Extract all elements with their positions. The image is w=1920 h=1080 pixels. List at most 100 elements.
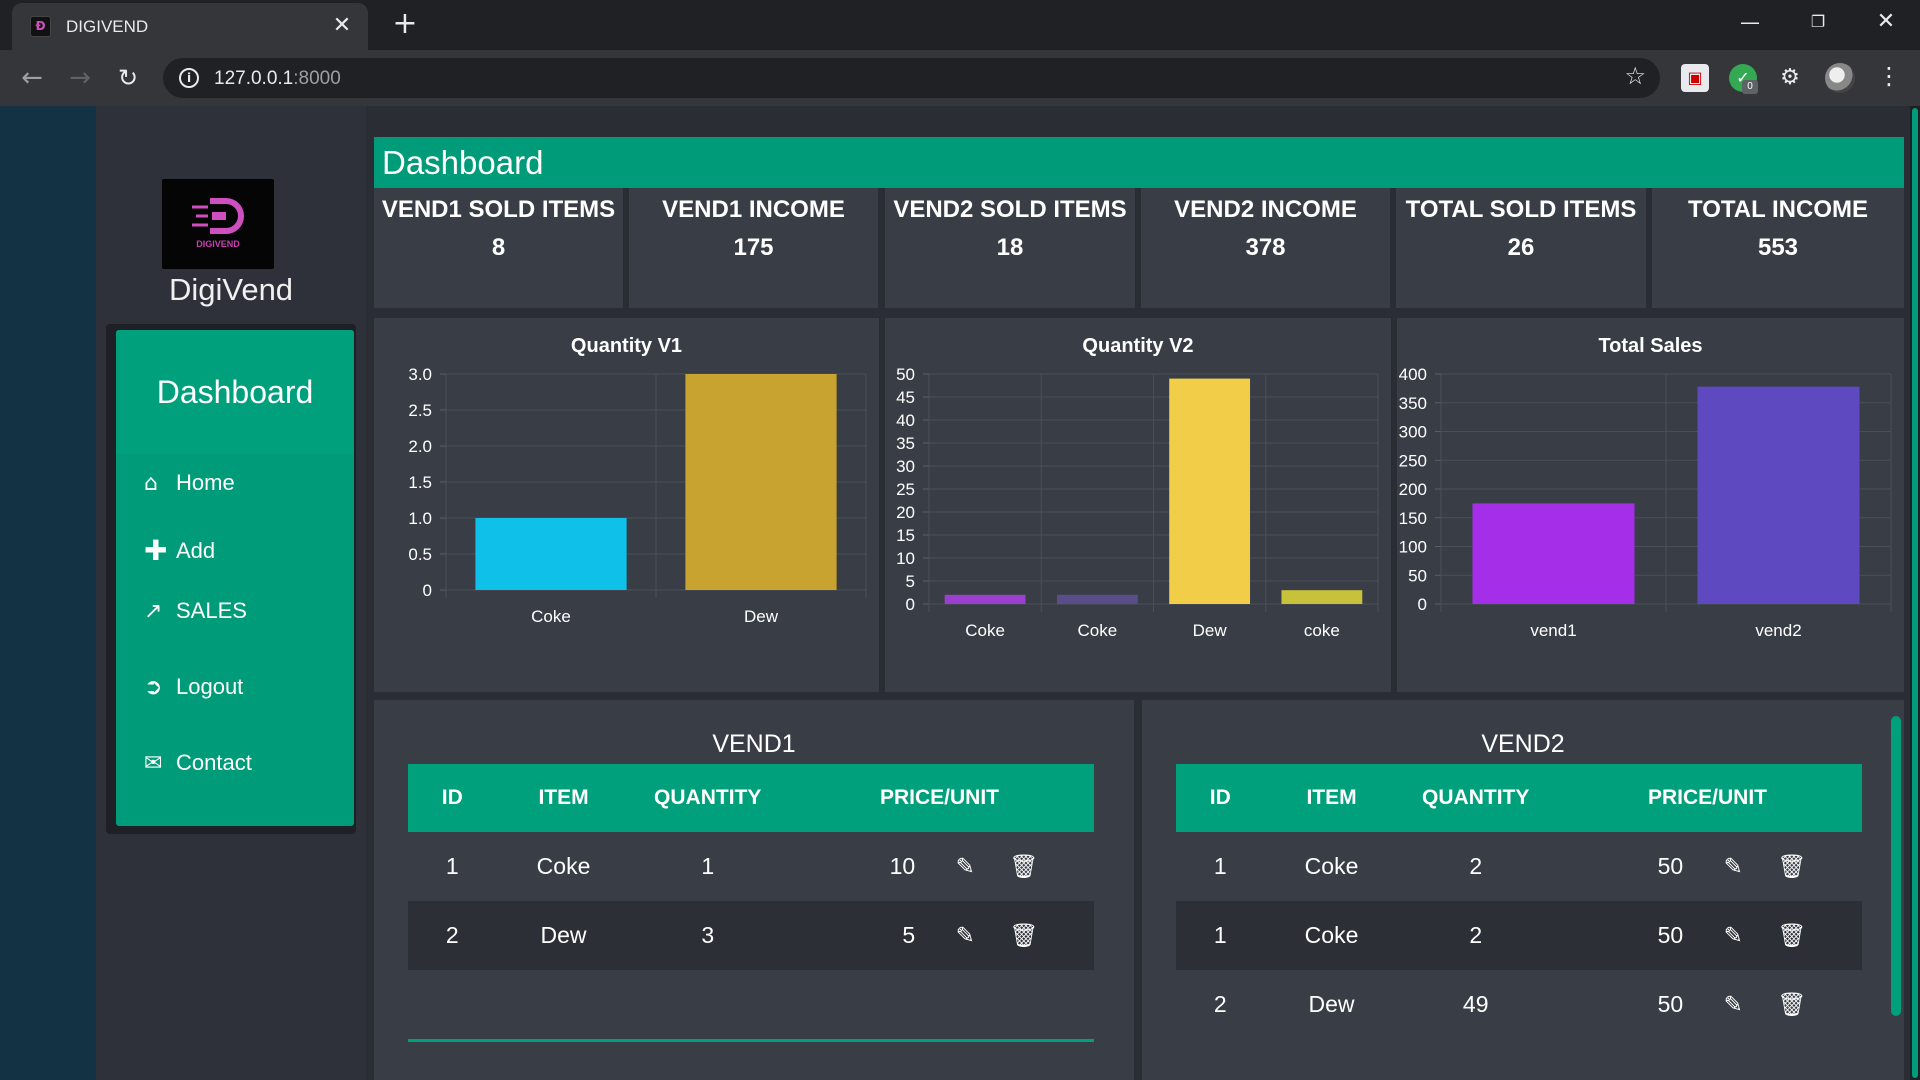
stat-value: 175	[733, 234, 774, 261]
x-tick-label: vend2	[1755, 621, 1801, 640]
trash-icon[interactable]: 🗑	[1769, 832, 1862, 901]
table-row: 1 Coke 1 10 ✎ 🗑	[408, 832, 1094, 901]
trash-icon[interactable]: 🗑	[1001, 832, 1094, 901]
table-row: 2 Dew 3 5 ✎ 🗑	[408, 901, 1094, 970]
edit-icon[interactable]: ✎	[1697, 970, 1769, 1039]
brand-name: DigiVend	[168, 272, 294, 307]
edit-icon[interactable]: ✎	[1697, 832, 1769, 901]
cell-item: Coke	[536, 853, 591, 879]
menu-icon[interactable]: ⋮	[1877, 62, 1901, 90]
x-tick-label: Dew	[744, 607, 779, 626]
forward-icon[interactable]: →	[64, 62, 96, 94]
y-tick-label: 20	[896, 503, 915, 522]
trash-icon[interactable]: 🗑	[1769, 970, 1862, 1039]
x-tick-label: Coke	[531, 607, 571, 626]
stat-label: TOTAL SOLD ITEMS	[1405, 196, 1637, 223]
close-tab-icon[interactable]: ✕	[328, 12, 356, 40]
y-tick-label: 30	[896, 457, 915, 476]
trash-icon[interactable]: 🗑	[1769, 901, 1862, 970]
y-tick-label: 35	[896, 434, 915, 453]
browser-tab[interactable]: Đ DIGIVEND ✕	[12, 3, 368, 50]
nav-title: Dashboard	[116, 330, 354, 454]
logo-text: DIGIVEND	[196, 239, 240, 249]
cell-qty: 3	[701, 922, 715, 948]
col-price: PRICE/UNIT	[879, 786, 999, 809]
info-icon[interactable]: i	[179, 68, 199, 88]
logo-mark-icon	[192, 198, 244, 234]
stat-label: TOTAL INCOME	[1688, 196, 1868, 223]
back-icon[interactable]: ←	[16, 62, 48, 94]
chart-quantity-v1-svg: Quantity V1 0 0.5 1.0 1.5 2.0 2.5 3.0 Coke Dew	[408, 335, 867, 626]
nav-label: Add	[176, 537, 216, 563]
stat-total-income: TOTAL INCOME 553	[1652, 188, 1904, 308]
cell-id: 2	[445, 922, 459, 948]
chart-title: Total Sales	[1598, 335, 1702, 357]
cell-price: 5	[902, 922, 916, 948]
nav-item-home[interactable]: ⌂ Home	[144, 470, 235, 496]
cell-item: Coke	[1304, 853, 1359, 879]
stat-value: 553	[1757, 234, 1799, 261]
bar-dew	[685, 374, 837, 590]
y-tick-label: 100	[1399, 538, 1427, 557]
nav-label: Contact	[176, 750, 252, 775]
col-quantity: QUANTITY	[1422, 786, 1530, 809]
y-tick-label: 350	[1399, 394, 1427, 413]
y-tick-label: 1.5	[408, 473, 432, 492]
bar-dew	[1169, 378, 1251, 604]
x-tick-label: Coke	[1078, 621, 1118, 640]
avatar[interactable]	[1825, 63, 1855, 93]
bar-vend1	[1472, 503, 1635, 604]
page-scrollbar-thumb[interactable]	[1912, 108, 1918, 1078]
col-price: PRICE/UNIT	[1647, 786, 1767, 809]
nav-label: SALES	[176, 598, 247, 623]
y-tick-label: 200	[1399, 480, 1427, 499]
cell-qty: 1	[701, 853, 715, 879]
puzzle-icon[interactable]: ⚙	[1776, 64, 1804, 92]
y-tick-label: 45	[896, 388, 915, 407]
edit-icon[interactable]: ✎	[929, 901, 1001, 970]
window-close-icon[interactable]: ✕	[1852, 0, 1920, 44]
cell-item: Dew	[1308, 991, 1355, 1017]
chart-quantity-v2: Quantity V2 0 5 10 15 20 25 30 35 40 45 50 Coke Coke D…	[885, 318, 1391, 692]
browser-toolbar: ← → ↻ i 127.0.0.1:8000 ☆ ▣ ✓ 0 ⚙ ⋮	[0, 50, 1920, 106]
trash-icon[interactable]: 🗑	[1001, 901, 1094, 970]
y-tick-label: 2.0	[408, 437, 432, 456]
address-bar[interactable]: i 127.0.0.1:8000 ☆	[163, 58, 1660, 98]
edit-icon[interactable]: ✎	[1697, 901, 1769, 970]
vend2-card: VEND2 ID ITEM QUANTITY PRICE/UNIT 1 Coke…	[1142, 700, 1904, 1080]
star-icon[interactable]: ☆	[1624, 62, 1646, 90]
reload-icon[interactable]: ↻	[112, 62, 144, 94]
table-row: 2 Dew 49 50 ✎ 🗑	[1176, 970, 1862, 1039]
nav-item-add[interactable]: ✚ Add	[144, 534, 215, 567]
table-header-row: ID ITEM QUANTITY PRICE/UNIT	[408, 764, 1094, 832]
cell-qty: 49	[1462, 991, 1489, 1017]
url-text[interactable]: 127.0.0.1:8000	[214, 68, 341, 90]
col-quantity: QUANTITY	[654, 786, 762, 809]
nav-item-contact[interactable]: ✉ Contact	[144, 750, 252, 776]
favicon-icon: Đ	[30, 16, 51, 37]
new-tab-button[interactable]: +	[388, 8, 422, 42]
chart-total-sales: Total Sales 0 50 100 150 200 250 300 350 400 vend1…	[1397, 318, 1904, 692]
stat-label: VEND2 SOLD ITEMS	[893, 196, 1127, 223]
table-row: 1 Coke 2 50 ✎ 🗑	[1176, 832, 1862, 901]
extension-shield-icon[interactable]: ▣	[1681, 64, 1709, 92]
y-tick-label: 2.5	[408, 401, 432, 420]
url-host: 127.0.0.1	[214, 68, 294, 89]
stat-vend2-sold: VEND2 SOLD ITEMS 18	[885, 188, 1135, 308]
stat-total-sold: TOTAL SOLD ITEMS 26	[1396, 188, 1646, 308]
nav-item-logout[interactable]: ➲ Logout	[144, 674, 243, 700]
y-tick-label: 400	[1399, 365, 1427, 384]
col-item: ITEM	[1306, 786, 1357, 809]
y-tick-label: 150	[1399, 509, 1427, 528]
cell-price: 10	[889, 853, 916, 879]
cell-id: 1	[445, 853, 459, 879]
table-scrollbar[interactable]	[1891, 716, 1901, 1016]
edit-icon[interactable]: ✎	[929, 832, 1001, 901]
chart-total-sales-svg: Total Sales 0 50 100 150 200 250 300 350 400 vend1…	[1399, 335, 1892, 640]
nav-item-sales[interactable]: ↗ SALES	[144, 598, 247, 624]
cell-price: 50	[1657, 853, 1684, 879]
restore-icon[interactable]: ❐	[1784, 0, 1852, 44]
y-tick-label: 5	[906, 572, 915, 591]
minimize-icon[interactable]: —	[1716, 0, 1784, 44]
table-header-row: ID ITEM QUANTITY PRICE/UNIT	[1176, 764, 1862, 832]
